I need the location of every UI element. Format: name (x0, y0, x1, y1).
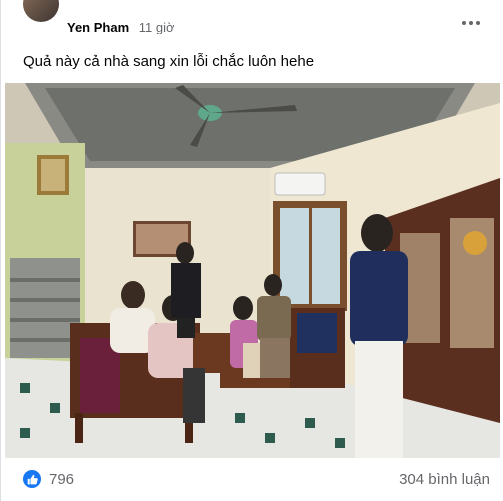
ellipsis-horizontal-icon (462, 21, 480, 25)
living-room-photo (5, 83, 500, 458)
post-footer: 796 304 bình luận (1, 462, 503, 498)
more-options-button[interactable] (456, 10, 486, 36)
facebook-post: Yen Pham 11 giờ Quả này cả nhà sang xin … (0, 0, 503, 501)
author-meta: Yen Pham 11 giờ (67, 20, 267, 34)
author-name[interactable]: Yen Pham (67, 20, 129, 34)
post-photo[interactable] (5, 83, 500, 458)
reaction-count[interactable]: 796 (49, 471, 74, 488)
post-header: Yen Pham 11 giờ (1, 0, 503, 46)
comment-count[interactable]: 304 bình luận (399, 471, 490, 488)
post-caption: Quả này cả nhà sang xin lỗi chắc luôn he… (23, 53, 315, 70)
author-avatar[interactable] (23, 0, 59, 22)
like-thumbs-up-icon (23, 470, 41, 488)
post-timestamp[interactable]: 11 giờ (139, 20, 175, 34)
